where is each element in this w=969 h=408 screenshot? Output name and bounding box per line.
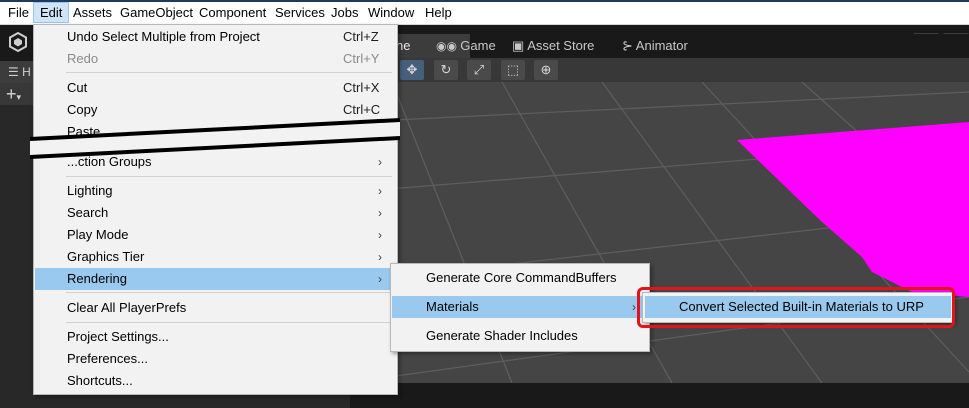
list-icon: ☰ — [8, 65, 23, 79]
hierarchy-tab-label: H — [22, 65, 31, 79]
rendering-label: Rendering — [67, 271, 127, 286]
rect-tool-icon[interactable]: ⬚ — [501, 60, 525, 80]
rotate-tool-icon[interactable]: ↻ — [434, 60, 458, 80]
menu-jobs[interactable]: Jobs — [325, 2, 364, 23]
menu-item-clear-playerprefs[interactable]: Clear All PlayerPrefs — [35, 297, 396, 319]
animator-tab-label: Animator — [635, 38, 688, 53]
search-label: Search — [67, 205, 109, 220]
chevron-right-icon: › — [378, 184, 382, 198]
chevron-right-icon: › — [378, 206, 382, 220]
menu-file[interactable]: File — [2, 2, 35, 23]
edit-menu: Undo Select Multiple from Project Ctrl+Z… — [33, 24, 398, 395]
scale-tool-icon[interactable]: ⤢ — [467, 60, 491, 80]
gamepad-icon: ◉◉ — [436, 39, 461, 53]
menu-separator — [66, 292, 392, 293]
materials-label: Materials — [426, 299, 479, 314]
menu-item-redo[interactable]: Redo Ctrl+Y — [35, 48, 396, 70]
annotation-highlight-box — [637, 287, 955, 328]
chevron-right-icon: › — [378, 228, 382, 242]
project-settings-label: Project Settings... — [67, 329, 169, 344]
play-mode-label: Play Mode — [67, 227, 129, 242]
menu-item-rendering[interactable]: Rendering › — [35, 268, 396, 290]
menu-item-search[interactable]: Search › — [35, 202, 396, 224]
menu-separator — [66, 176, 392, 177]
menu-help[interactable]: Help — [419, 2, 458, 23]
plus-icon[interactable]: +▾ — [6, 83, 21, 108]
chevron-right-icon: › — [632, 300, 636, 314]
menu-bar: File Edit Assets GameObject Component Se… — [0, 0, 969, 25]
chevron-right-icon: › — [378, 272, 382, 286]
menu-item-shortcuts[interactable]: Shortcuts... — [35, 370, 396, 392]
menu-item-cut[interactable]: Cut Ctrl+X — [35, 77, 396, 99]
menu-item-materials[interactable]: Materials › — [392, 296, 648, 318]
clear-playerprefs-label: Clear All PlayerPrefs — [67, 300, 187, 315]
undo-label: Undo Select Multiple from Project — [67, 29, 260, 44]
cut-shortcut: Ctrl+X — [343, 80, 380, 95]
menu-edit[interactable]: Edit — [33, 2, 70, 23]
rendering-submenu: Generate Core CommandBuffers Materials ›… — [390, 263, 650, 352]
game-tab-label: Game — [460, 38, 496, 53]
tab-animator[interactable]: ⊱ Animator — [622, 34, 688, 58]
menu-item-undo[interactable]: Undo Select Multiple from Project Ctrl+Z — [35, 26, 396, 48]
menu-component[interactable]: Component — [193, 2, 272, 23]
animator-icon: ⊱ — [622, 38, 636, 53]
menu-separator — [66, 322, 392, 323]
menu-item-play-mode[interactable]: Play Mode › — [35, 224, 396, 246]
tab-asset-store[interactable]: ▣ Asset Store — [512, 34, 594, 58]
undo-shortcut: Ctrl+Z — [343, 29, 379, 44]
menu-assets[interactable]: Assets — [67, 2, 118, 23]
scene-tabbar: ne ◉◉ Game ▣ Asset Store ⊱ Animator — [352, 34, 969, 58]
redo-label: Redo — [67, 51, 99, 66]
menu-services[interactable]: Services — [269, 2, 331, 23]
lighting-label: Lighting — [67, 183, 113, 198]
cut-label: Cut — [67, 80, 88, 95]
shortcuts-label: Shortcuts... — [67, 373, 133, 388]
menu-item-preferences[interactable]: Preferences... — [35, 348, 396, 370]
scene-toolstrip: ✥ ↻ ⤢ ⬚ ⊕ — [352, 58, 969, 82]
transform-tool-icon[interactable]: ⊕ — [534, 60, 558, 80]
menu-item-generate-shader-includes[interactable]: Generate Shader Includes — [392, 325, 648, 347]
generate-shader-includes-label: Generate Shader Includes — [426, 328, 578, 343]
unity-logo-icon[interactable] — [8, 32, 28, 52]
menu-item-lighting[interactable]: Lighting › — [35, 180, 396, 202]
asset-store-tab-label: Asset Store — [527, 38, 595, 53]
preferences-label: Preferences... — [67, 351, 148, 366]
menu-item-generate-commandbuffers[interactable]: Generate Core CommandBuffers — [392, 267, 648, 289]
menu-item-project-settings[interactable]: Project Settings... — [35, 326, 396, 348]
menu-gameobject[interactable]: GameObject — [114, 2, 199, 23]
menu-item-graphics-tier[interactable]: Graphics Tier › — [35, 246, 396, 268]
graphics-tier-label: Graphics Tier — [67, 249, 145, 264]
shopping-bag-icon: ▣ — [512, 38, 528, 53]
tab-game[interactable]: ◉◉ Game — [436, 34, 496, 58]
omission-marker — [30, 118, 400, 159]
menu-separator — [66, 72, 392, 73]
move-tool-icon[interactable]: ✥ — [400, 60, 424, 80]
redo-shortcut: Ctrl+Y — [343, 51, 380, 66]
menu-window[interactable]: Window — [362, 2, 420, 23]
chevron-right-icon: › — [378, 250, 382, 264]
scene-tab-label: ne — [396, 38, 411, 53]
generate-commandbuffers-label: Generate Core CommandBuffers — [426, 270, 617, 285]
